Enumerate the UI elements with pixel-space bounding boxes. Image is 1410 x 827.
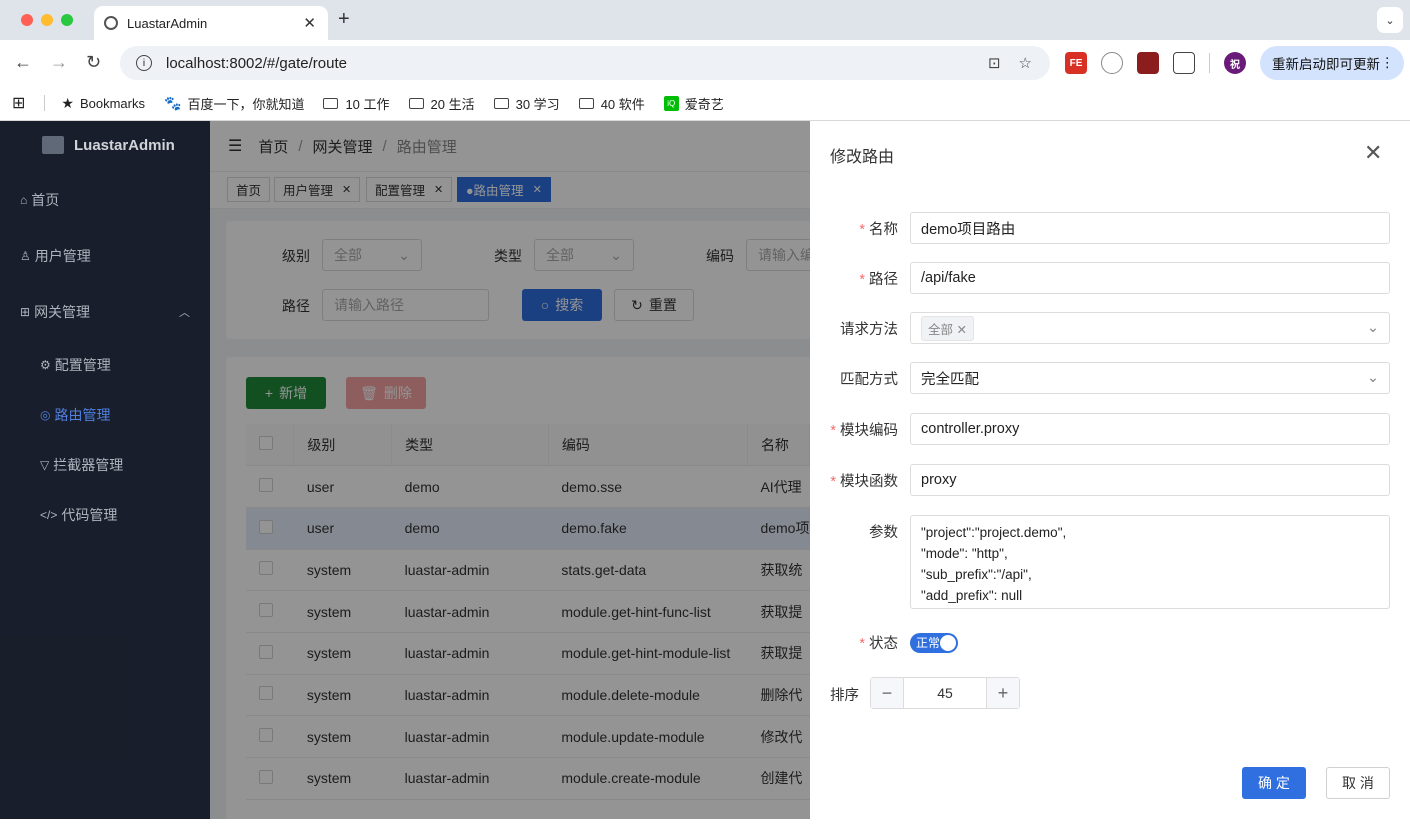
folder-icon bbox=[493, 97, 509, 109]
address-bar[interactable]: i localhost:8002/#/gate/route ⊡ ☆ bbox=[120, 46, 1050, 80]
form-row-module-code: * 模块编码 controller.proxy bbox=[820, 413, 1390, 445]
form-row-method: 请求方法 全部 ✕ ⌄ bbox=[820, 312, 1390, 344]
close-tab-icon[interactable]: ✕ bbox=[303, 14, 316, 32]
form-row-params: 参数 "project":"project.demo", "mode": "ht… bbox=[820, 515, 1390, 609]
bookmark-folder[interactable]: 40 软件 bbox=[578, 94, 645, 113]
bookmark-folder[interactable]: 30 学习 bbox=[493, 94, 560, 113]
iqiyi-icon: iQ bbox=[663, 95, 679, 111]
form-row-match: 匹配方式 完全匹配 ⌄ bbox=[820, 362, 1390, 394]
divider bbox=[44, 95, 46, 111]
bookmark-star-icon[interactable]: ☆ bbox=[1019, 54, 1032, 72]
match-select[interactable]: 完全匹配 ⌄ bbox=[910, 362, 1390, 394]
more-icon[interactable]: ⋮ bbox=[1381, 55, 1395, 71]
path-input[interactable]: /api/fake bbox=[910, 262, 1390, 294]
apps-icon[interactable]: ⊞ bbox=[12, 93, 25, 113]
params-textarea[interactable]: "project":"project.demo", "mode": "http"… bbox=[910, 515, 1390, 609]
bookmark-item[interactable]: ★ Bookmarks bbox=[61, 95, 145, 112]
path-label: 路径 bbox=[869, 271, 898, 288]
maximize-window-button[interactable] bbox=[61, 14, 73, 26]
browser-tab[interactable]: LuastarAdmin ✕ bbox=[94, 6, 328, 40]
close-icon[interactable]: ✕ bbox=[957, 323, 967, 337]
site-info-icon[interactable]: i bbox=[136, 55, 152, 71]
fe-extension-icon[interactable]: FE bbox=[1065, 52, 1087, 74]
minimize-window-button[interactable] bbox=[41, 14, 53, 26]
close-window-button[interactable] bbox=[21, 14, 33, 26]
relaunch-label: 重新启动即可更新 bbox=[1272, 57, 1380, 72]
form-row-status: * 状态 正常 bbox=[820, 632, 1390, 653]
method-select[interactable]: 全部 ✕ ⌄ bbox=[910, 312, 1390, 344]
bookmark-folder[interactable]: 20 生活 bbox=[408, 94, 475, 113]
name-label: 名称 bbox=[869, 221, 898, 238]
tab-search-button[interactable]: ⌄ bbox=[1377, 7, 1403, 33]
extension-icon[interactable] bbox=[1137, 52, 1159, 74]
status-label: 状态 bbox=[869, 636, 898, 652]
drawer-title: 修改路由 bbox=[830, 149, 895, 166]
form-row-name: * 名称 demo项目路由 bbox=[820, 212, 1390, 244]
confirm-button[interactable]: 确 定 bbox=[1242, 767, 1306, 799]
bookmark-item[interactable]: 🐾 百度一下，你就知道 bbox=[164, 94, 304, 113]
increment-button[interactable]: + bbox=[987, 678, 1019, 708]
new-tab-button[interactable]: + bbox=[338, 8, 350, 31]
puzzle-icon[interactable] bbox=[1173, 52, 1195, 74]
status-toggle[interactable]: 正常 bbox=[910, 632, 958, 653]
chevron-down-icon: ⌄ bbox=[1366, 370, 1379, 386]
module-func-label: 模块函数 bbox=[840, 473, 898, 490]
back-button[interactable]: ← bbox=[14, 52, 32, 73]
sort-value[interactable]: 45 bbox=[903, 678, 987, 708]
params-label: 参数 bbox=[869, 525, 898, 541]
method-tag: 全部 ✕ bbox=[921, 315, 974, 341]
folder-icon bbox=[578, 97, 594, 109]
folder-icon bbox=[408, 97, 424, 109]
star-icon: ★ bbox=[61, 94, 74, 111]
form-row-path: * 路径 /api/fake bbox=[820, 262, 1390, 294]
profile-avatar[interactable]: 祝 bbox=[1224, 52, 1246, 74]
module-code-label: 模块编码 bbox=[840, 422, 898, 439]
tab-title: LuastarAdmin bbox=[127, 15, 208, 31]
match-label: 匹配方式 bbox=[840, 371, 898, 388]
close-icon[interactable]: ✕ bbox=[1364, 140, 1382, 166]
sort-label: 排序 bbox=[830, 688, 859, 704]
form-row-module-func: * 模块函数 proxy bbox=[820, 464, 1390, 496]
divider bbox=[1209, 53, 1210, 73]
name-input[interactable]: demo项目路由 bbox=[910, 212, 1390, 244]
forward-button[interactable]: → bbox=[50, 52, 68, 73]
globe-icon bbox=[104, 16, 118, 30]
modal-mask[interactable] bbox=[210, 121, 810, 819]
folder-icon bbox=[323, 97, 339, 109]
modal-mask[interactable] bbox=[0, 121, 210, 819]
extension-icon[interactable] bbox=[1101, 52, 1123, 74]
method-label: 请求方法 bbox=[840, 321, 898, 338]
url-text: localhost:8002/#/gate/route bbox=[166, 54, 347, 72]
chevron-down-icon: ⌄ bbox=[1366, 320, 1379, 336]
relaunch-update-button[interactable]: 重新启动即可更新 ⋮ bbox=[1260, 46, 1404, 80]
module-func-input[interactable]: proxy bbox=[910, 464, 1390, 496]
reload-button[interactable]: ↻ bbox=[86, 52, 101, 73]
cancel-button[interactable]: 取 消 bbox=[1326, 767, 1390, 799]
baidu-icon: 🐾 bbox=[164, 94, 182, 111]
sort-stepper[interactable]: − 45 + bbox=[870, 677, 1020, 709]
bookmark-folder[interactable]: 10 工作 bbox=[323, 94, 390, 113]
translate-icon[interactable]: ⊡ bbox=[988, 54, 1001, 72]
bookmark-item[interactable]: iQ 爱奇艺 bbox=[663, 94, 724, 113]
bookmarks-bar: ⊞ ★ Bookmarks 🐾 百度一下，你就知道 10 工作 20 生活 30 学… bbox=[0, 86, 1410, 121]
decrement-button[interactable]: − bbox=[871, 678, 903, 708]
module-code-input[interactable]: controller.proxy bbox=[910, 413, 1390, 445]
